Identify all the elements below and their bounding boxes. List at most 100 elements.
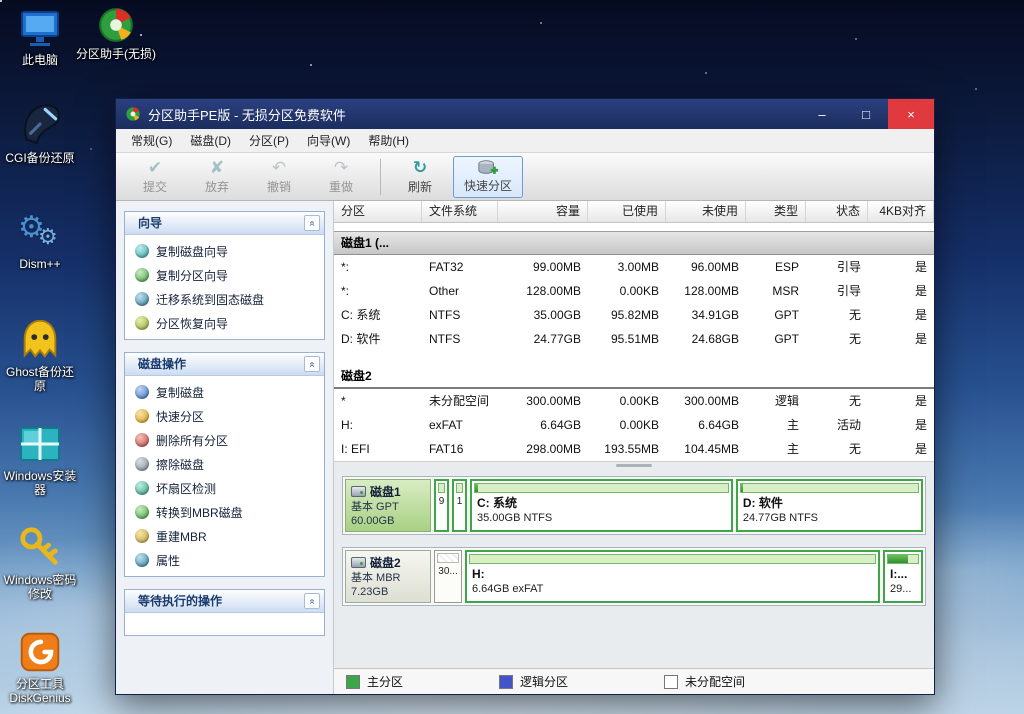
windows-installer-icon xyxy=(16,422,64,466)
refresh-icon: ↻ xyxy=(413,159,427,177)
desktop-icon-windows-installer[interactable]: Windows安装器 xyxy=(0,422,80,497)
undo-button[interactable]: ↶ 撤销 xyxy=(250,156,308,198)
column-header-capacity[interactable]: 容量 xyxy=(498,201,588,222)
desktop-icon-this-pc[interactable]: 此电脑 xyxy=(0,10,80,67)
desktop-icon-windows-password[interactable]: Windows密码修改 xyxy=(0,524,80,601)
column-header-used[interactable]: 已使用 xyxy=(588,201,666,222)
partition-row[interactable]: *: FAT32 99.00MB 3.00MB 96.00MB ESP 引导 是 xyxy=(334,255,934,279)
table-cell: 24.68GB xyxy=(666,327,746,351)
splitter-handle[interactable] xyxy=(616,464,652,467)
desktop-icon-diskgenius[interactable]: 分区工具 DiskGenius xyxy=(0,630,80,705)
partition-row[interactable]: *: Other 128.00MB 0.00KB 128.00MB MSR 引导… xyxy=(334,279,934,303)
table-cell: 95.82MB xyxy=(588,303,666,327)
close-button[interactable]: × xyxy=(888,99,934,129)
table-cell: 是 xyxy=(868,255,934,279)
sidebar-item-properties[interactable]: 属性 xyxy=(125,548,324,572)
partition-box-h[interactable]: H: 6.64GB exFAT xyxy=(465,550,880,603)
usage-bar xyxy=(456,483,463,493)
desktop: 此电脑 分区助手(无损) CGI备份还原 ⚙⚙ Dism++ Ghost备份还原 xyxy=(0,0,1024,714)
partition-box-c[interactable]: C: 系统 35.00GB NTFS xyxy=(470,479,733,532)
menu-wizard[interactable]: 向导(W) xyxy=(298,129,359,152)
minimize-button[interactable]: – xyxy=(800,99,844,129)
table-cell: 300.00MB xyxy=(666,389,746,413)
desktop-icon-partition-assistant[interactable]: 分区助手(无损) xyxy=(76,6,156,61)
partition-box-esp[interactable]: 9 xyxy=(434,479,449,532)
usage-bar xyxy=(474,483,729,493)
partition-row[interactable]: I: EFI FAT16 298.00MB 193.55MB 104.45MB … xyxy=(334,437,934,461)
partition-row[interactable]: D: 软件 NTFS 24.77GB 95.51MB 24.68GB GPT 无… xyxy=(334,327,934,351)
partition-box-i[interactable]: I:... 29... xyxy=(883,550,923,603)
table-cell: 298.00MB xyxy=(498,437,588,461)
partition-row[interactable]: H: exFAT 6.64GB 0.00KB 6.64GB 主 活动 是 xyxy=(334,413,934,437)
sidebar-item-delete-all-partitions[interactable]: 删除所有分区 xyxy=(125,428,324,452)
table-cell: * xyxy=(334,389,422,413)
collapse-chevron-icon[interactable]: « xyxy=(304,215,320,231)
sidebar-item-convert-to-mbr[interactable]: 转换到MBR磁盘 xyxy=(125,500,324,524)
menu-partition[interactable]: 分区(P) xyxy=(240,129,298,152)
table-cell: I: EFI xyxy=(334,437,422,461)
disk-operations-panel-header[interactable]: 磁盘操作 « xyxy=(125,353,324,376)
table-cell: 0.00KB xyxy=(588,389,666,413)
disk1-group-header[interactable]: 磁盘1 (... xyxy=(334,231,934,255)
disk-operations-panel: 磁盘操作 « 复制磁盘 快速分区 xyxy=(124,352,325,577)
sidebar-item-migrate-to-ssd[interactable]: 迁移系统到固态磁盘 xyxy=(125,287,324,311)
quick-partition-icon xyxy=(135,409,149,423)
partition-assistant-window: 分区助手PE版 - 无损分区免费软件 – □ × 常规(G) 磁盘(D) 分区(… xyxy=(115,98,935,695)
sidebar-item-copy-partition-wizard[interactable]: 复制分区向导 xyxy=(125,263,324,287)
collapse-chevron-icon[interactable]: « xyxy=(304,593,320,609)
menu-help[interactable]: 帮助(H) xyxy=(359,129,418,152)
maximize-button[interactable]: □ xyxy=(844,99,888,129)
sidebar-item-rebuild-mbr[interactable]: 重建MBR xyxy=(125,524,324,548)
wizard-panel-header[interactable]: 向导 « xyxy=(125,212,324,235)
sidebar-item-copy-disk[interactable]: 复制磁盘 xyxy=(125,380,324,404)
column-header-status[interactable]: 状态 xyxy=(806,201,868,222)
partition-box-unallocated[interactable]: 30... xyxy=(434,550,462,603)
quick-partition-button[interactable]: 快速分区 xyxy=(453,156,523,198)
collapse-chevron-icon[interactable]: « xyxy=(304,356,320,372)
sidebar-item-wipe-disk[interactable]: 擦除磁盘 xyxy=(125,452,324,476)
column-header-type[interactable]: 类型 xyxy=(746,201,806,222)
column-header-partition[interactable]: 分区 xyxy=(334,201,422,222)
partition-box-d[interactable]: D: 软件 24.77GB NTFS xyxy=(736,479,923,532)
partition-box-msr[interactable]: 1 xyxy=(452,479,467,532)
desktop-icon-cgi-backup[interactable]: CGI备份还原 xyxy=(0,98,80,165)
copy-disk-icon xyxy=(135,385,149,399)
redo-button[interactable]: ↷ 重做 xyxy=(312,156,370,198)
sidebar-item-quick-partition[interactable]: 快速分区 xyxy=(125,404,324,428)
menu-disk[interactable]: 磁盘(D) xyxy=(181,129,240,152)
column-header-4k-aligned[interactable]: 4KB对齐 xyxy=(868,201,934,222)
disk2-group-header[interactable]: 磁盘2 xyxy=(334,365,934,389)
sidebar-item-copy-disk-wizard[interactable]: 复制磁盘向导 xyxy=(125,239,324,263)
icon-label: Windows密码修改 xyxy=(0,573,80,601)
table-cell: 是 xyxy=(868,327,934,351)
table-cell: 是 xyxy=(868,437,934,461)
table-cell: 128.00MB xyxy=(498,279,588,303)
discard-x-icon: ✘ xyxy=(210,159,224,177)
sidebar-item-partition-recovery-wizard[interactable]: 分区恢复向导 xyxy=(125,311,324,335)
commit-button[interactable]: ✔ 提交 xyxy=(126,156,184,198)
menu-general[interactable]: 常规(G) xyxy=(122,129,181,152)
delete-all-partitions-icon xyxy=(135,433,149,447)
disk-drive-icon xyxy=(351,557,366,568)
refresh-button[interactable]: ↻ 刷新 xyxy=(391,156,449,198)
desktop-icon-ghost-backup[interactable]: Ghost备份还原 xyxy=(0,316,80,393)
titlebar[interactable]: 分区助手PE版 - 无损分区免费软件 – □ × xyxy=(116,99,934,129)
sidebar-item-bad-sector-check[interactable]: 坏扇区检测 xyxy=(125,476,324,500)
pending-operations-panel-header[interactable]: 等待执行的操作 « xyxy=(125,590,324,613)
usage-bar xyxy=(437,553,459,563)
desktop-icon-dism[interactable]: ⚙⚙ Dism++ xyxy=(0,210,80,271)
table-cell: 是 xyxy=(868,389,934,413)
disk2-label-block[interactable]: 磁盘2 基本 MBR 7.23GB xyxy=(345,550,431,603)
copy-disk-wizard-icon xyxy=(135,244,149,258)
disk1-label-block[interactable]: 磁盘1 基本 GPT 60.00GB xyxy=(345,479,431,532)
discard-button[interactable]: ✘ 放弃 xyxy=(188,156,246,198)
table-cell: 0.00KB xyxy=(588,413,666,437)
legend-bar: 主分区 逻辑分区 未分配空间 xyxy=(334,668,934,694)
column-header-unused[interactable]: 未使用 xyxy=(666,201,746,222)
icon-label: 分区助手(无损) xyxy=(76,47,156,61)
partition-row[interactable]: C: 系统 NTFS 35.00GB 95.82MB 34.91GB GPT 无… xyxy=(334,303,934,327)
partition-row[interactable]: * 未分配空间 300.00MB 0.00KB 300.00MB 逻辑 无 是 xyxy=(334,389,934,413)
icon-label: Dism++ xyxy=(19,257,60,271)
wipe-disk-icon xyxy=(135,457,149,471)
column-header-filesystem[interactable]: 文件系统 xyxy=(422,201,498,222)
